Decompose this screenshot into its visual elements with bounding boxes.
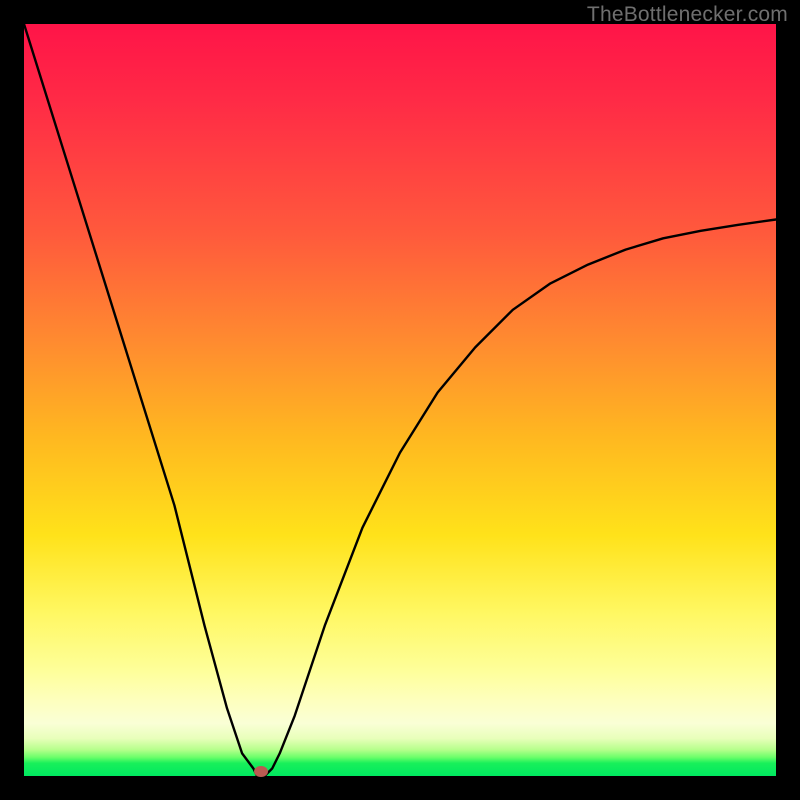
optimum-marker bbox=[254, 766, 268, 777]
watermark-text: TheBottlenecker.com bbox=[587, 3, 788, 27]
bottleneck-curve bbox=[24, 24, 776, 776]
chart-plot-area bbox=[24, 24, 776, 776]
chart-frame: TheBottlenecker.com bbox=[0, 0, 800, 800]
